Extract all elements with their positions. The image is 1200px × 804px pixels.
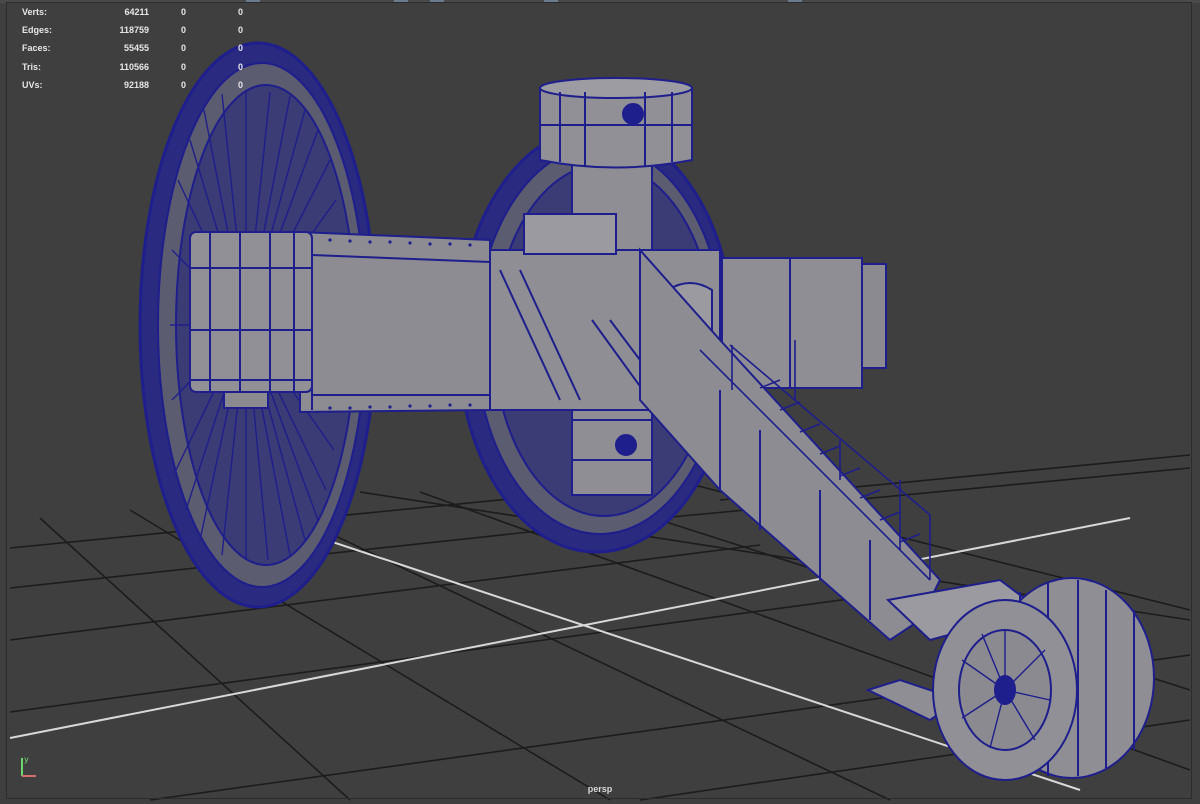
hud-label: UVs: — [22, 79, 43, 90]
hud-value: 0 — [238, 61, 244, 72]
hud-value: 64211 — [124, 7, 149, 17]
hud-row-tris: Tris: 110566 0 0 — [22, 58, 262, 76]
hud-row-uvs: UVs: 92188 0 0 — [22, 76, 262, 94]
hud-value: 0 — [181, 61, 187, 72]
hud-value: 92188 — [123, 79, 149, 90]
front-roller — [865, 577, 1155, 781]
hud-value: 0 — [181, 25, 187, 36]
hud-value: 0 — [238, 79, 244, 90]
axis-gizmo-icon: y — [21, 755, 36, 777]
hud-value: 0 — [181, 7, 187, 17]
hud-row-verts: Verts: 64211 0 0 — [22, 3, 262, 21]
hud-value: 118759 — [119, 25, 149, 36]
hud-label: Faces: — [22, 43, 51, 54]
hud-value: 0 — [181, 79, 187, 90]
hud-row-edges: Edges: 118759 0 0 — [22, 21, 262, 39]
left-hub — [189, 231, 313, 409]
hud-value: 0 — [238, 25, 244, 36]
camera-name-label: persp — [587, 784, 613, 794]
hud-value: 0 — [181, 43, 187, 54]
axis-label: y — [24, 755, 29, 764]
hud-label: Verts: — [22, 7, 48, 17]
main-boom — [299, 230, 491, 414]
hud-label: Edges: — [22, 25, 53, 36]
hud-label: Tris: — [22, 61, 42, 72]
poly-count-hud: Verts: 64211 0 0 Edges: 118759 0 0 Faces… — [22, 3, 262, 94]
hud-value: 110566 — [119, 61, 149, 72]
scene-render[interactable] — [0, 0, 1200, 804]
hud-value: 0 — [238, 43, 244, 54]
3d-viewport[interactable]: Verts: 64211 0 0 Edges: 118759 0 0 Faces… — [0, 0, 1200, 804]
hud-value: 0 — [238, 7, 244, 17]
hud-value: 55455 — [123, 43, 149, 54]
hud-row-faces: Faces: 55455 0 0 — [22, 39, 262, 57]
